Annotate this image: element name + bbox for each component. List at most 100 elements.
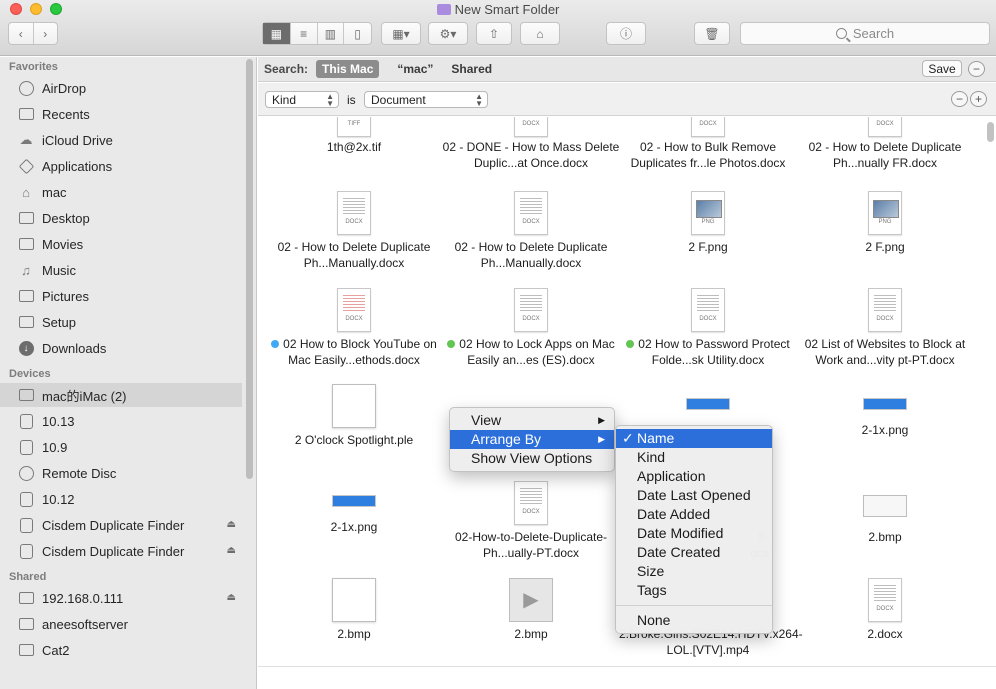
file-item[interactable] [619, 384, 797, 422]
eject-icon[interactable]: ⏏ [227, 519, 236, 530]
save-search-button[interactable]: Save [922, 60, 962, 77]
arrange-by-option[interactable]: Date Created [616, 543, 772, 562]
share-button[interactable]: ⇧ [476, 22, 512, 45]
tags-button[interactable]: ⌂ [520, 22, 560, 45]
scope-this-mac[interactable]: This Mac [316, 60, 380, 78]
action-button[interactable]: ⚙▾ [428, 22, 468, 45]
add-criteria-button[interactable]: + [970, 91, 987, 107]
menu-separator [616, 605, 772, 606]
file-item[interactable]: DOCX 02 How to Lock Apps on Mac Easily an… [442, 288, 620, 368]
sidebar-item[interactable]: Movies [0, 232, 242, 256]
sidebar-item[interactable]: 10.13 [0, 409, 242, 433]
remove-search-button[interactable]: − [968, 61, 985, 77]
play-icon: ▶ [523, 589, 539, 611]
sidebar-scrollbar[interactable] [246, 59, 253, 479]
file-type-badge: DOCX [699, 121, 717, 127]
icon-view-button[interactable]: ▦ [263, 23, 291, 44]
file-name: 02 How to Lock Apps on Mac Easily an...e… [442, 336, 620, 368]
sidebar-item-label: Applications [42, 158, 113, 174]
search-scope-bar: Search: This Mac “mac” Shared [258, 57, 996, 82]
arrange-by-option[interactable]: Size [616, 562, 772, 581]
arrange-by-option[interactable]: Tags [616, 581, 772, 600]
list-view-button[interactable]: ≡ [291, 23, 318, 44]
back-forward-control: ‹ › [8, 22, 58, 45]
file-type-badge: DOCX [876, 316, 894, 322]
file-item[interactable]: DOCX 02 - How to Delete Duplicate Ph...Ma… [265, 191, 443, 271]
sidebar-item-label: Cisdem Duplicate Finder [42, 543, 185, 559]
eject-icon[interactable]: ⏏ [227, 592, 236, 603]
arrange-by-option[interactable]: Date Modified [616, 524, 772, 543]
search-field[interactable]: Search [740, 22, 990, 45]
arrange-by-submenu: ✓ Name Kind Application Date Last Opened Date… [615, 425, 773, 634]
file-item[interactable]: DOCX 02 - How to Delete Duplicate Ph...Ma… [442, 191, 620, 271]
file-item[interactable]: DOCX 02 - DONE - How to Mass Delete Dupli… [442, 117, 620, 171]
menu-item[interactable]: Show View Options [450, 449, 614, 468]
sidebar-item[interactable]: 10.12 [0, 487, 242, 511]
file-item[interactable]: PNG 2 F.png [619, 191, 797, 255]
file-item[interactable]: ▶ 2.bmp [442, 578, 620, 642]
sidebar-item[interactable]: Remote Disc [0, 461, 242, 485]
sidebar-item[interactable]: ☁ iCloud Drive [0, 128, 242, 152]
eject-icon[interactable]: ⏏ [227, 545, 236, 556]
sidebar-item[interactable]: Applications [0, 154, 242, 178]
arrange-by-option[interactable]: Kind [616, 448, 772, 467]
sidebar-item[interactable]: ♫ Music [0, 258, 242, 282]
attribute-popup[interactable]: Kind ▲ ▼ [265, 91, 339, 108]
file-item[interactable]: 2-1x.png [265, 481, 443, 535]
sidebar-item[interactable]: Setup [0, 310, 242, 334]
remove-criteria-button[interactable]: − [951, 91, 968, 107]
file-item[interactable]: DOCX 02-How-to-Delete-Duplicate-Ph...uall… [442, 481, 620, 561]
arrange-by-option[interactable]: Date Added [616, 505, 772, 524]
sidebar-item[interactable]: ↓ Downloads [0, 336, 242, 360]
sidebar-item[interactable]: aneesoftserver [0, 612, 242, 636]
arrange-by-option[interactable]: ✓ Name [616, 429, 772, 448]
get-info-button[interactable]: ⓘ [606, 22, 646, 45]
back-button[interactable]: ‹ [9, 23, 34, 44]
sidebar-item[interactable]: Cisdem Duplicate Finder ⏏ [0, 539, 242, 563]
tag-dot-icon [271, 340, 280, 348]
sidebar-item[interactable]: AirDrop [0, 76, 242, 100]
menu-item[interactable]: Arrange By ▶ [450, 430, 614, 449]
sidebar-item[interactable]: Cat2 [0, 638, 242, 662]
arrange-by-option[interactable]: Date Last Opened [616, 486, 772, 505]
file-item[interactable]: DOCX 02 List of Websites to Block at Work… [796, 288, 974, 368]
file-item[interactable]: 2 O'clock Spotlight.ple [265, 384, 443, 448]
file-name: 2.bmp [514, 627, 548, 641]
file-item[interactable]: DOCX 2.docx [796, 578, 974, 642]
kind-value-popup[interactable]: Document ▲ ▼ [364, 91, 488, 108]
menu-item[interactable]: View ▶ [450, 411, 614, 430]
arrange-by-none-option[interactable]: None [616, 611, 772, 630]
file-name: 02 - How to Bulk Remove Duplicates fr...… [630, 140, 786, 170]
scope-mac-folder[interactable]: “mac” [397, 62, 433, 76]
sidebar-item[interactable]: Pictures [0, 284, 242, 308]
file-item[interactable]: DOCX 02 - How to Bulk Remove Duplicates f… [619, 117, 797, 171]
forward-button[interactable]: › [34, 23, 58, 44]
file-item[interactable]: 2.bmp [796, 481, 974, 545]
window-title: New Smart Folder [0, 2, 996, 17]
sidebar-item[interactable]: Desktop [0, 206, 242, 230]
file-item[interactable]: PNG 2 F.png [796, 191, 974, 255]
file-item[interactable]: TIFF 1th@2x.tif [265, 117, 443, 155]
document-icon: DOCX [691, 288, 725, 332]
download-icon: ↓ [17, 340, 35, 356]
sidebar-item[interactable]: mac的iMac (2) [0, 383, 242, 407]
group-by-button[interactable]: ▦▾ [381, 22, 421, 45]
file-item[interactable]: 2.bmp [265, 578, 443, 642]
sidebar-item[interactable]: 192.168.0.111 ⏏ [0, 586, 242, 610]
file-item[interactable]: 2-1x.png [796, 384, 974, 438]
arrange-by-option[interactable]: Application [616, 467, 772, 486]
image-thumbnail [332, 495, 376, 507]
sidebar-item[interactable]: 10.9 [0, 435, 242, 459]
file-thumbnail [332, 578, 376, 622]
sidebar-item[interactable]: Cisdem Duplicate Finder ⏏ [0, 513, 242, 537]
column-view-button[interactable]: ▥ [318, 23, 345, 44]
sidebar-item[interactable]: ⌂ mac [0, 180, 242, 204]
file-item[interactable]: DOCX 02 - How to Delete Duplicate Ph...nu… [796, 117, 974, 171]
sidebar-item[interactable]: Recents [0, 102, 242, 126]
content-scrollbar[interactable] [987, 122, 994, 142]
file-item[interactable]: DOCX 02 How to Password Protect Folde...s… [619, 288, 797, 368]
gallery-view-button[interactable]: ▯ [344, 23, 371, 44]
trash-button[interactable]: 🗑 [694, 22, 730, 45]
scope-shared[interactable]: Shared [451, 62, 492, 76]
file-item[interactable]: DOCX 02 How to Block YouTube on Mac Easil… [265, 288, 443, 368]
